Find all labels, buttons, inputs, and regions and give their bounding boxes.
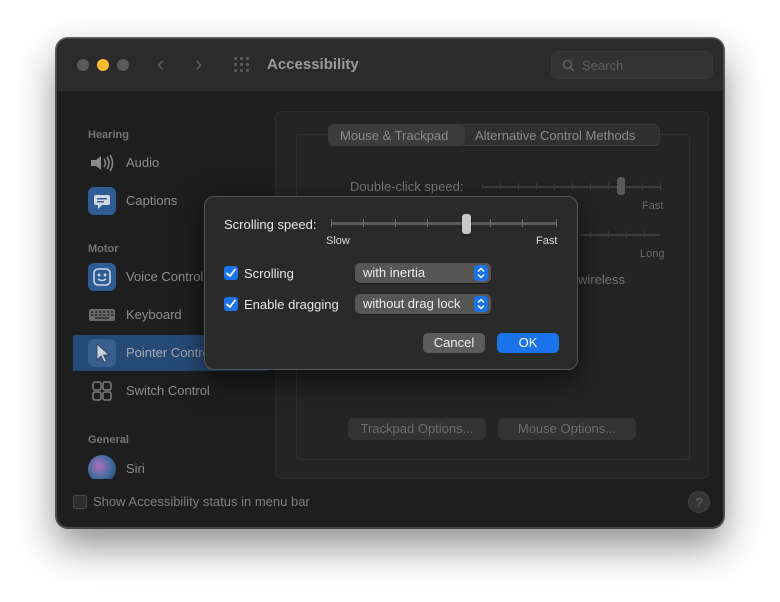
sidebar-item-siri[interactable]: Siri bbox=[73, 451, 267, 479]
sidebar-item-label: Captions bbox=[126, 193, 178, 208]
search-placeholder: Search bbox=[582, 58, 624, 73]
sidebar-item-label: Switch Control bbox=[126, 383, 210, 398]
title-bar: ‹ › Accessibility Search bbox=[57, 39, 723, 91]
slow-label: Slow bbox=[326, 235, 350, 247]
fast-label: Fast bbox=[536, 235, 558, 247]
switch-control-icon bbox=[88, 377, 116, 405]
ok-button[interactable]: OK bbox=[497, 333, 559, 353]
enable-dragging-label: Enable dragging bbox=[244, 297, 339, 312]
chevron-up-down-icon bbox=[474, 265, 488, 281]
close-window-button[interactable] bbox=[77, 59, 89, 71]
tab-label: Mouse & Trackpad bbox=[340, 128, 449, 143]
scrolling-speed-slider-track[interactable] bbox=[331, 222, 557, 225]
sidebar-section-motor: Motor bbox=[88, 243, 119, 255]
sidebar-item-switch-control[interactable]: Switch Control bbox=[73, 373, 267, 409]
minimize-window-button[interactable] bbox=[97, 59, 109, 71]
drag-lock-popup[interactable]: without drag lock bbox=[355, 294, 491, 314]
help-button[interactable]: ? bbox=[688, 491, 710, 513]
window-title: Accessibility bbox=[267, 56, 359, 73]
checkmark-icon bbox=[226, 299, 236, 308]
mouse-options-button[interactable]: Mouse Options... bbox=[498, 418, 636, 440]
double-click-slider-track[interactable] bbox=[482, 186, 660, 188]
cancel-button[interactable]: Cancel bbox=[423, 333, 485, 353]
show-all-grid-icon[interactable] bbox=[234, 57, 252, 73]
trackpad-options-sheet: Scrolling speed: Slow Fast Scrolling wit… bbox=[204, 196, 578, 370]
popup-value: with inertia bbox=[363, 265, 426, 280]
double-click-speed-label: Double-click speed: bbox=[350, 179, 464, 194]
show-status-checkbox[interactable] bbox=[73, 495, 87, 509]
show-status-label: Show Accessibility status in menu bar bbox=[93, 494, 310, 509]
checkmark-icon bbox=[226, 268, 236, 277]
sidebar-section-general: General bbox=[88, 434, 129, 446]
scrolling-speed-slider-knob[interactable] bbox=[462, 214, 472, 234]
forward-chevron-icon[interactable]: › bbox=[195, 53, 202, 75]
scrolling-speed-label: Scrolling speed: bbox=[224, 217, 317, 232]
fast-label: Fast bbox=[642, 200, 664, 212]
speaker-icon bbox=[88, 149, 116, 177]
enable-dragging-checkbox[interactable] bbox=[224, 297, 238, 311]
scrolling-checkbox[interactable] bbox=[224, 266, 238, 280]
keyboard-icon bbox=[88, 301, 116, 329]
captions-icon bbox=[88, 187, 116, 215]
sidebar-item-label: Keyboard bbox=[126, 307, 182, 322]
tab-mouse-trackpad[interactable]: Mouse & Trackpad bbox=[329, 125, 465, 145]
chevron-up-down-icon bbox=[474, 296, 488, 312]
back-chevron-icon[interactable]: ‹ bbox=[157, 53, 164, 75]
double-click-slider-knob[interactable] bbox=[617, 177, 625, 195]
tab-alternative-control-methods[interactable]: Alternative Control Methods bbox=[475, 128, 635, 143]
sidebar-item-label: Audio bbox=[126, 155, 160, 170]
sidebar-item-label: Pointer Control bbox=[126, 345, 213, 360]
search-field[interactable]: Search bbox=[551, 51, 713, 79]
wireless-text: wireless bbox=[578, 272, 625, 287]
sidebar-item-audio[interactable]: Audio bbox=[73, 145, 267, 181]
popup-value: without drag lock bbox=[363, 296, 461, 311]
sidebar-item-label: Siri bbox=[126, 461, 145, 476]
long-label: Long bbox=[640, 248, 665, 260]
sidebar-item-label: Voice Control bbox=[126, 269, 204, 284]
siri-icon bbox=[88, 455, 116, 479]
zoom-window-button[interactable] bbox=[117, 59, 129, 71]
scrolling-label: Scrolling bbox=[244, 266, 294, 281]
sidebar-section-hearing: Hearing bbox=[88, 129, 129, 141]
voice-control-icon bbox=[88, 263, 116, 291]
scrolling-inertia-popup[interactable]: with inertia bbox=[355, 263, 491, 283]
pointer-icon bbox=[88, 339, 116, 367]
search-icon bbox=[562, 59, 575, 72]
trackpad-options-button[interactable]: Trackpad Options... bbox=[348, 418, 486, 440]
tab-selector: Mouse & Trackpad Alternative Control Met… bbox=[328, 124, 660, 146]
spring-loading-slider-track[interactable] bbox=[580, 234, 660, 236]
